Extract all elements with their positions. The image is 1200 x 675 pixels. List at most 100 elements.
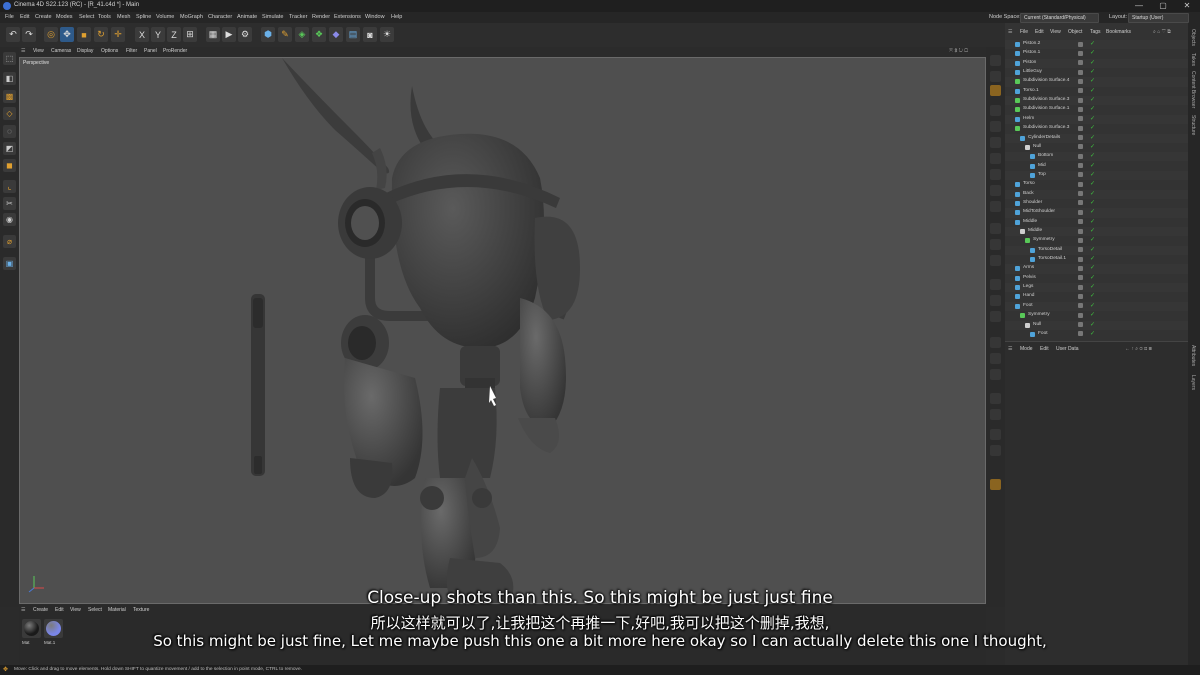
pen-spline-icon[interactable]: ✎ (278, 27, 292, 42)
layer-color-swatch[interactable] (1078, 163, 1083, 169)
enabled-check-icon[interactable]: ✓ (1090, 96, 1095, 103)
menu-render[interactable]: Render (312, 14, 330, 20)
menu-window[interactable]: Window (365, 14, 385, 20)
cloner-icon[interactable]: ❖ (312, 27, 326, 42)
object-name[interactable]: Torso (1023, 181, 1035, 186)
enabled-check-icon[interactable]: ✓ (1090, 302, 1095, 309)
menu-tools[interactable]: Tools (98, 14, 111, 20)
object-name[interactable]: Legs (1023, 284, 1033, 289)
object-row[interactable]: Subdivision Surface.4 ✓ (1005, 77, 1188, 87)
object-name[interactable]: Symmetry (1028, 312, 1050, 317)
object-menu-edit[interactable]: Edit (1035, 29, 1044, 35)
viewport-tool-17-icon[interactable] (990, 337, 1001, 348)
object-row[interactable]: Subdivision Surface.3 ✓ (1005, 96, 1188, 106)
object-menu-object[interactable]: Object (1068, 29, 1082, 35)
menu-help[interactable]: Help (391, 14, 402, 20)
object-row[interactable]: Middle ✓ (1005, 218, 1188, 227)
viewport-tool-5-icon[interactable] (990, 121, 1001, 132)
enabled-check-icon[interactable]: ✓ (1090, 236, 1095, 243)
enabled-check-icon[interactable]: ✓ (1090, 68, 1095, 75)
side-tab-takes[interactable]: Takes (1190, 53, 1196, 66)
object-menu-view[interactable]: View (1050, 29, 1061, 35)
object-name[interactable]: Null (1033, 144, 1041, 149)
texture-mode-icon[interactable]: ▩ (3, 90, 16, 103)
object-row[interactable]: Null ✓ (1005, 320, 1188, 330)
side-tab-content-browser[interactable]: Content Browser (1190, 71, 1196, 108)
layer-color-swatch[interactable] (1078, 303, 1083, 309)
layer-color-swatch[interactable] (1078, 322, 1083, 327)
menu-file[interactable]: File (5, 14, 14, 20)
object-row[interactable]: Top ✓ (1005, 170, 1188, 181)
viewport-tool-12-icon[interactable] (990, 239, 1001, 250)
axis-mode-icon[interactable]: ⌞ (3, 180, 16, 193)
object-row[interactable]: Foot ✓ (1005, 330, 1188, 339)
object-row[interactable]: Piston.2 ✓ (1005, 40, 1188, 50)
enabled-check-icon[interactable]: ✓ (1090, 292, 1095, 299)
object-name[interactable]: Piston.1 (1023, 50, 1040, 55)
tweak-mode-icon[interactable]: ✂ (3, 197, 16, 210)
object-name[interactable]: LittleGuy (1023, 69, 1042, 74)
viewport-tool-22-icon[interactable] (990, 429, 1001, 440)
lock-workplane-icon[interactable]: ⌀ (3, 235, 16, 248)
enabled-check-icon[interactable]: ✓ (1090, 105, 1095, 112)
render-view-icon[interactable]: ▦ (206, 27, 220, 42)
live-selection-icon[interactable]: ◎ (44, 27, 58, 42)
object-row[interactable]: TorsoDetail ✓ (1005, 245, 1188, 255)
snap-icon[interactable]: ◉ (3, 213, 16, 226)
enabled-check-icon[interactable]: ✓ (1090, 321, 1095, 328)
layer-color-swatch[interactable] (1078, 293, 1083, 299)
attribute-menu-icon[interactable]: ☰ (1008, 346, 1012, 352)
viewport-tool-13-icon[interactable] (990, 255, 1001, 266)
transform-tool-icon[interactable]: ✛ (111, 27, 125, 42)
viewport-menu-view[interactable]: View (33, 48, 44, 54)
object-name[interactable]: TorsoDetail (1038, 247, 1062, 252)
points-mode-icon[interactable]: ◌ (3, 125, 16, 138)
object-menu-icon[interactable]: ☰ (1008, 29, 1012, 35)
object-row[interactable]: TorsoDetail.1 ✓ (1005, 255, 1188, 264)
viewport-tool-19-icon[interactable] (990, 369, 1001, 380)
enabled-check-icon[interactable]: ✓ (1090, 171, 1095, 178)
viewport-tool-16-icon[interactable] (990, 311, 1001, 322)
object-row[interactable]: Torso.1 ✓ (1005, 87, 1188, 96)
viewport-tool-15-icon[interactable] (990, 295, 1001, 306)
viewport-menu-display[interactable]: Display (77, 48, 93, 54)
cube-icon[interactable]: ⬢ (261, 27, 275, 42)
object-name[interactable]: Bottom (1038, 153, 1053, 158)
enabled-check-icon[interactable]: ✓ (1090, 199, 1095, 206)
x-axis-icon[interactable]: X (135, 27, 149, 42)
enabled-check-icon[interactable]: ✓ (1090, 208, 1095, 215)
object-search-icon[interactable]: ⌕ ⌂ ▽ ⧉ (1153, 29, 1171, 35)
layer-color-swatch[interactable] (1078, 256, 1083, 262)
object-row[interactable]: CylinderDetails ✓ (1005, 133, 1188, 143)
attribute-menu-mode[interactable]: Mode (1020, 346, 1033, 352)
viewport-navigation-icons[interactable]: ⤧ ⇕ ↻ ▢ (949, 48, 968, 54)
layer-color-swatch[interactable] (1078, 60, 1083, 66)
side-tab-layers[interactable]: Layers (1190, 375, 1196, 390)
deformer-icon[interactable]: ◆ (329, 27, 343, 42)
viewport-tool-3-icon[interactable] (990, 85, 1001, 96)
viewport-menu-panel[interactable]: Panel (144, 48, 157, 54)
viewport-tool-23-icon[interactable] (990, 445, 1001, 456)
object-name[interactable]: CylinderDetails (1028, 135, 1060, 140)
viewport-tool-14-icon[interactable] (990, 279, 1001, 290)
object-name[interactable]: Hand (1023, 293, 1034, 298)
workplane-icon[interactable]: ◇ (3, 107, 16, 120)
viewport-tool-1-icon[interactable] (990, 55, 1001, 66)
menu-volume[interactable]: Volume (156, 14, 174, 20)
object-name[interactable]: Piston.2 (1023, 41, 1040, 46)
attribute-menu-edit[interactable]: Edit (1040, 346, 1049, 352)
menu-simulate[interactable]: Simulate (262, 14, 283, 20)
layer-color-swatch[interactable] (1078, 331, 1083, 337)
layer-color-swatch[interactable] (1078, 265, 1083, 271)
menu-create[interactable]: Create (35, 14, 52, 20)
layout-dropdown[interactable]: Startup (User) (1128, 13, 1189, 23)
enabled-check-icon[interactable]: ✓ (1090, 59, 1095, 66)
enabled-check-icon[interactable]: ✓ (1090, 49, 1095, 56)
object-row[interactable]: Mid ✓ (1005, 162, 1188, 171)
menu-edit[interactable]: Edit (20, 14, 29, 20)
edges-mode-icon[interactable]: ◩ (3, 142, 16, 155)
enabled-check-icon[interactable]: ✓ (1090, 274, 1095, 281)
enabled-check-icon[interactable]: ✓ (1090, 218, 1095, 225)
enabled-check-icon[interactable]: ✓ (1090, 124, 1095, 131)
undo-icon[interactable]: ↶ (6, 27, 20, 42)
